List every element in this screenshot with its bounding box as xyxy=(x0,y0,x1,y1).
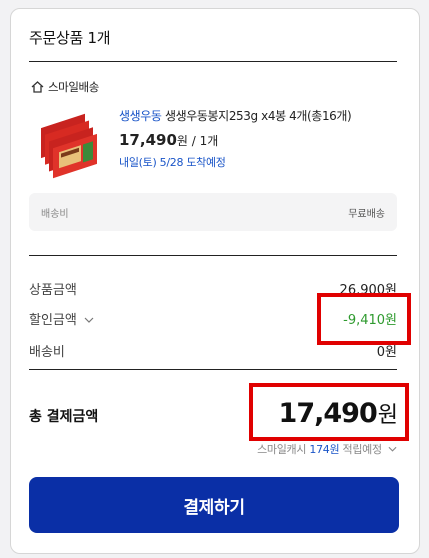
divider xyxy=(29,255,397,256)
discount-highlight-box xyxy=(317,293,411,345)
divider xyxy=(29,369,397,370)
store-name: 스마일배송 xyxy=(48,80,99,94)
chevron-down-icon[interactable] xyxy=(388,446,397,452)
shipping-fee-value: 무료배송 xyxy=(348,208,385,220)
points-suffix: 적립예정 xyxy=(342,443,383,456)
product-quantity: / 1개 xyxy=(191,134,219,148)
home-icon xyxy=(31,81,44,93)
discount-label-text[interactable]: 할인금액 xyxy=(29,313,77,328)
product-thumbnail[interactable] xyxy=(33,109,105,185)
pay-button[interactable]: 결제하기 xyxy=(29,477,399,533)
product-price: 17,490원 / 1개 xyxy=(119,131,409,149)
divider xyxy=(29,61,397,62)
delivery-eta: 내일(토) 5/28 도착예정 xyxy=(119,156,226,169)
order-summary-card: 주문상품 1개 스마일배송 생생우동 생생우동봉지253g x4봉 4개(총16… xyxy=(10,8,420,554)
points-info[interactable]: 스마일캐시 174원 적립예정 xyxy=(257,441,397,457)
discount-label[interactable]: 할인금액 xyxy=(29,309,94,328)
product-brand[interactable]: 생생우동 xyxy=(119,109,162,123)
shipping-fee-label: 배송비 xyxy=(41,208,69,220)
price-value: 17,490 xyxy=(119,131,177,149)
chevron-down-icon[interactable] xyxy=(84,317,94,323)
total-label: 총 결제금액 xyxy=(29,409,99,425)
total-highlight-box xyxy=(249,383,409,441)
product-amount-label: 상품금액 xyxy=(29,283,77,298)
order-title: 주문상품 1개 xyxy=(29,29,111,47)
shipping-amount-label: 배송비 xyxy=(29,345,65,360)
points-amount: 174원 xyxy=(309,443,340,456)
product-name[interactable]: 생생우동 생생우동봉지253g x4봉 4개(총16개) xyxy=(119,107,409,125)
store-label: 스마일배송 xyxy=(31,79,99,95)
product-title[interactable]: 생생우동봉지253g x4봉 4개(총16개) xyxy=(165,109,352,123)
price-unit: 원 xyxy=(176,134,188,148)
product-info: 생생우동 생생우동봉지253g x4봉 4개(총16개) 17,490원 / 1… xyxy=(119,107,409,170)
points-prefix: 스마일캐시 xyxy=(257,443,307,456)
shipping-fee-box: 배송비 무료배송 xyxy=(29,193,397,231)
